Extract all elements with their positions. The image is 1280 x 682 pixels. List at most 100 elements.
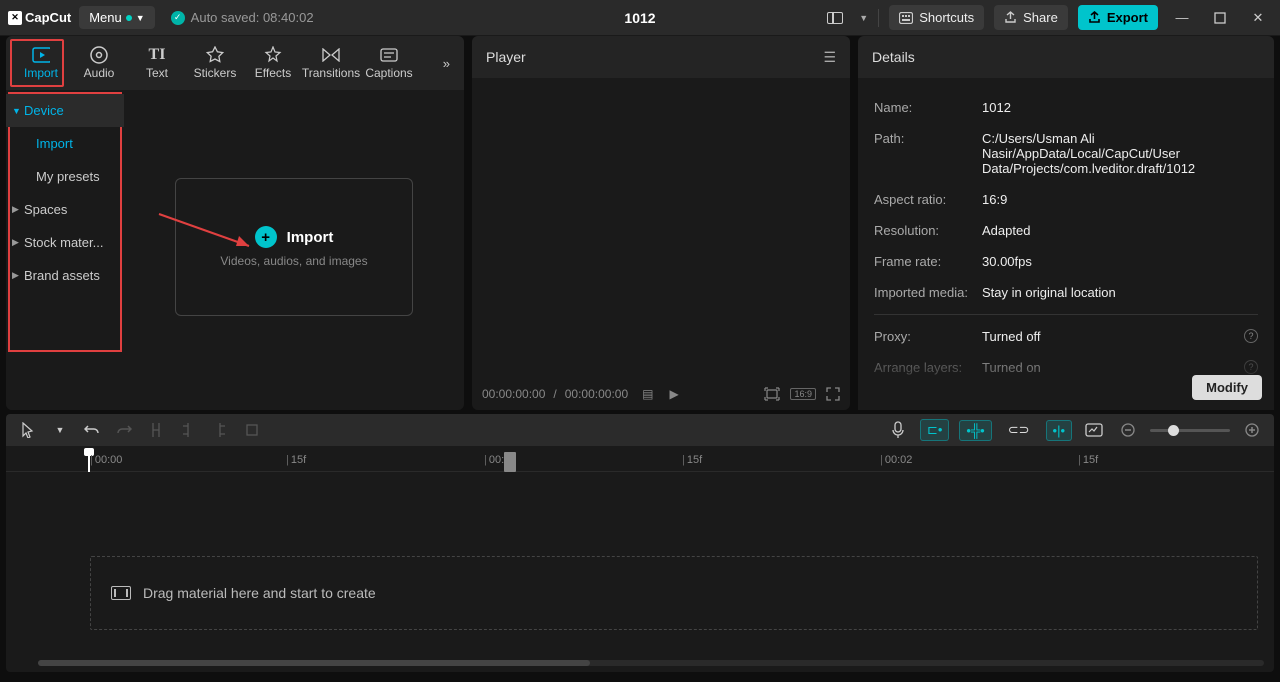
details-panel: Details Name:1012 Path:C:/Users/Usman Al…: [858, 36, 1274, 410]
details-body: Name:1012 Path:C:/Users/Usman Ali Nasir/…: [858, 78, 1274, 410]
autosave-text: Auto saved: 08:40:02: [191, 10, 314, 25]
tab-stickers[interactable]: Stickers: [186, 40, 244, 86]
tab-transitions[interactable]: Transitions: [302, 40, 360, 86]
import-drop-area: + Import Videos, audios, and images: [124, 90, 464, 410]
edit-cursor[interactable]: [504, 452, 516, 472]
sidebar-label-stock: Stock mater...: [24, 235, 103, 250]
project-title: 1012: [624, 10, 655, 26]
import-button[interactable]: + Import Videos, audios, and images: [175, 178, 413, 316]
zoom-slider[interactable]: [1150, 429, 1230, 432]
align-button[interactable]: •|•: [1046, 420, 1072, 441]
tab-text[interactable]: TI Text: [128, 40, 186, 86]
modify-button[interactable]: Modify: [1192, 375, 1262, 400]
sidebar-item-stock[interactable]: ▶Stock mater...: [6, 226, 124, 259]
effects-icon: [264, 46, 282, 64]
aspect-value: 16:9: [982, 192, 1258, 207]
tick-15c: 15f: [1078, 454, 1098, 466]
details-header: Details: [858, 36, 1274, 78]
share-label: Share: [1023, 10, 1058, 25]
zoom-in-button[interactable]: [1240, 418, 1264, 442]
compare-icon[interactable]: ▤: [642, 387, 653, 401]
link-button[interactable]: ⊂⊃: [1002, 420, 1036, 440]
tab-captions[interactable]: Captions: [360, 40, 418, 86]
play-button[interactable]: ▶: [670, 387, 679, 401]
timeline-drop-zone[interactable]: Drag material here and start to create: [90, 556, 1258, 630]
player-menu-button[interactable]: ☰: [823, 49, 836, 66]
split-button[interactable]: [144, 418, 168, 442]
drop-hint: Drag material here and start to create: [143, 585, 376, 601]
info-icon[interactable]: ?: [1244, 329, 1258, 343]
timeline-ruler[interactable]: 00:00 15f 00:01 15f 00:02 15f: [6, 446, 1274, 472]
sidebar: ▼Device Import My presets ▶Spaces ▶Stock…: [6, 90, 124, 410]
imported-label: Imported media:: [874, 285, 982, 300]
sidebar-label-presets: My presets: [36, 169, 100, 184]
stickers-icon: [206, 46, 224, 64]
undo-button[interactable]: [80, 418, 104, 442]
zoom-out-button[interactable]: [1116, 418, 1140, 442]
import-hint: Videos, audios, and images: [220, 254, 367, 268]
timeline[interactable]: 00:00 15f 00:01 15f 00:02 15f Drag mater…: [6, 446, 1274, 672]
trim-left-button[interactable]: [176, 418, 200, 442]
maximize-button[interactable]: [1206, 4, 1234, 32]
sidebar-label-device: Device: [24, 103, 64, 118]
sidebar-item-device[interactable]: ▼Device: [6, 94, 124, 127]
sidebar-item-spaces[interactable]: ▶ Spaces: [6, 193, 124, 226]
magnet-front-button[interactable]: ⊏•: [920, 419, 949, 441]
sidebar-label-brand: Brand assets: [24, 268, 100, 283]
chevron-right-icon: ▶: [12, 204, 19, 215]
timeline-scrollbar[interactable]: [38, 660, 1264, 666]
transitions-icon: [322, 46, 340, 64]
chevron-down-icon[interactable]: ▼: [859, 13, 868, 23]
time-separator: /: [553, 387, 556, 401]
chevron-down-icon: ▼: [136, 13, 145, 23]
modify-label: Modify: [1206, 380, 1248, 395]
sidebar-item-brand[interactable]: ▶ Brand assets: [6, 259, 124, 292]
export-button[interactable]: Export: [1078, 5, 1158, 30]
shortcuts-label: Shortcuts: [919, 10, 974, 25]
fullscreen-icon[interactable]: [826, 387, 840, 401]
player-controls: 00:00:00:00 / 00:00:00:00 ▤ ▶ 16:9: [472, 378, 850, 410]
text-icon: TI: [148, 46, 166, 64]
pointer-dropdown[interactable]: ▼: [48, 418, 72, 442]
chevron-right-icon: ▶: [12, 270, 19, 281]
shortcuts-button[interactable]: Shortcuts: [889, 5, 984, 30]
auto-snap-button[interactable]: •╬•: [959, 420, 991, 441]
layout-button[interactable]: [821, 4, 849, 32]
player-viewport[interactable]: [472, 78, 850, 378]
resolution-label: Resolution:: [874, 223, 982, 238]
delete-button[interactable]: [240, 418, 264, 442]
titlebar: ✕ CapCut Menu ▼ ✓ Auto saved: 08:40:02 1…: [0, 0, 1280, 36]
divider: [874, 314, 1258, 315]
time-current: 00:00:00:00: [482, 387, 545, 401]
capture-icon[interactable]: [764, 387, 780, 401]
export-icon: [1088, 11, 1101, 24]
import-title: Import: [287, 229, 334, 246]
audio-icon: [90, 46, 108, 64]
ratio-badge[interactable]: 16:9: [790, 388, 816, 400]
trim-right-button[interactable]: [208, 418, 232, 442]
framerate-value: 30.00fps: [982, 254, 1258, 269]
sidebar-item-import[interactable]: Import: [6, 127, 124, 160]
aspect-label: Aspect ratio:: [874, 192, 982, 207]
tab-effects-label: Effects: [255, 66, 291, 80]
menu-dot-icon: [126, 15, 132, 21]
pointer-tool[interactable]: [16, 418, 40, 442]
sidebar-label-spaces: Spaces: [24, 202, 67, 217]
tab-audio[interactable]: Audio: [70, 40, 128, 86]
autosave-status: ✓ Auto saved: 08:40:02: [171, 10, 314, 25]
share-button[interactable]: Share: [994, 5, 1068, 30]
tab-effects[interactable]: Effects: [244, 40, 302, 86]
tab-audio-label: Audio: [84, 66, 115, 80]
separator: [878, 9, 879, 27]
more-tabs-button[interactable]: »: [435, 56, 458, 71]
minimize-button[interactable]: —: [1168, 4, 1196, 32]
track-area[interactable]: Drag material here and start to create: [90, 556, 1258, 630]
layout-icon: [827, 12, 843, 24]
logo-icon: ✕: [8, 11, 22, 25]
redo-button[interactable]: [112, 418, 136, 442]
mic-button[interactable]: [886, 418, 910, 442]
preview-cover-button[interactable]: [1082, 418, 1106, 442]
menu-button[interactable]: Menu ▼: [79, 6, 154, 29]
sidebar-item-presets[interactable]: My presets: [6, 160, 124, 193]
close-button[interactable]: ✕: [1244, 4, 1272, 32]
